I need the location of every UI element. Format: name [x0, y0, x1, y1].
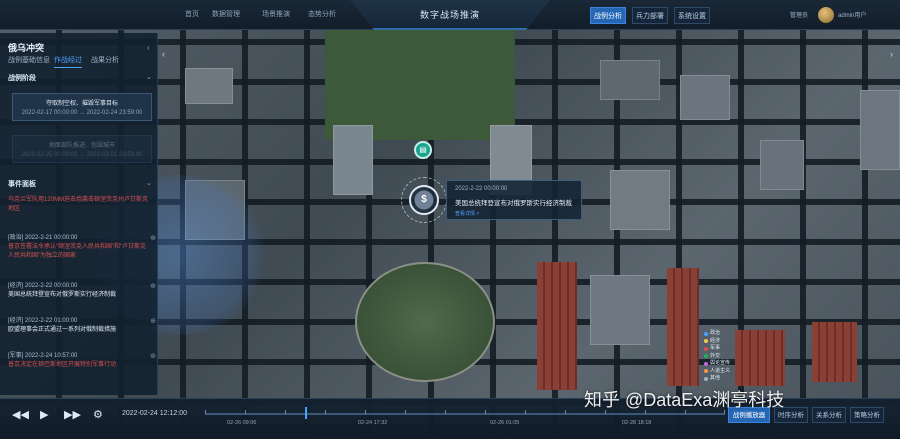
- legend-label: 政治: [710, 330, 721, 336]
- legend-item: 其他: [704, 375, 730, 383]
- stage-time: 2022-02-25 00:00:00 → 2022-03-01 23:59:0…: [21, 152, 143, 158]
- legend-label: 其他: [710, 375, 721, 381]
- stage-name: 地面部队推进、包围城市: [48, 143, 115, 149]
- event-text: 乌克兰军队用120MM迫击炮袭击顿涅茨克州卢甘斯克地区: [8, 197, 149, 212]
- watermark: 知乎 @DataExa渊亭科技: [584, 390, 785, 410]
- nav-scenario[interactable]: 场景推演: [262, 9, 290, 19]
- event-text: 普京决定在顿巴斯地区开展特别军事行动: [8, 362, 117, 368]
- tab-basic-info[interactable]: 战例基础信息: [8, 55, 50, 65]
- chevron-down-icon[interactable]: ⌄: [146, 179, 152, 187]
- current-time: 2022-02-24 12:12:00: [122, 410, 187, 417]
- legend-dot-icon: [704, 331, 708, 336]
- avatar[interactable]: [818, 7, 834, 23]
- dollar-icon[interactable]: $: [409, 185, 439, 215]
- event-head: [经济] 2022-2-22 01:00:00: [8, 318, 78, 324]
- legend-item: 军事: [704, 345, 730, 353]
- event-item[interactable]: 乌克兰军队用120MM迫击炮袭击顿涅茨克州卢甘斯克地区: [8, 196, 148, 214]
- locate-icon[interactable]: ⊕: [150, 352, 156, 361]
- chevron-left-icon[interactable]: ‹: [147, 43, 150, 52]
- topbar-button-force-deploy[interactable]: 兵力部署: [632, 7, 668, 24]
- user-role: 管理员: [790, 13, 809, 19]
- settings-icon[interactable]: ⚙: [93, 408, 103, 421]
- event-head: [政治] 2022-2-21 00:00:00: [8, 235, 78, 241]
- play-icon[interactable]: ▶: [40, 408, 48, 421]
- timeline-label: 02-26 09:06: [227, 420, 257, 426]
- top-bar: 首页 数据管理 场景推演 态势分析 数字战场推演 战例分析 兵力部署 系统设置 …: [0, 0, 900, 30]
- event-text: 普京签署法令承认“顿涅茨克人民共和国”和“卢甘斯克人民共和国”为独立的国家: [8, 244, 146, 259]
- stage-card[interactable]: 夺取制空权、摧毁军事目标 2022-02-17 00:00:00 → 2022-…: [12, 93, 152, 121]
- strategy-analysis-button[interactable]: 策略分析: [850, 407, 884, 423]
- timeline-cursor[interactable]: [305, 407, 307, 419]
- timeline-track[interactable]: [205, 407, 725, 419]
- event-popup[interactable]: 2022-2-22 00:00:00 美国总统拜登宣布对俄罗斯实行经济制裁 查看…: [446, 180, 582, 220]
- rewind-icon[interactable]: ◀◀: [12, 408, 29, 421]
- event-item[interactable]: [军事] 2022-2-24 10:57:00 普京决定在顿巴斯地区开展特别军事…: [8, 352, 156, 370]
- event-legend: 政治 经济 军事 外交 舆论宣传 人道主义 其他: [704, 330, 730, 383]
- legend-item: 人道主义: [704, 368, 730, 376]
- event-header: 事件面板: [8, 181, 36, 188]
- tab-battle-results[interactable]: 战果分析: [91, 55, 119, 65]
- case-panel: 俄乌冲突 ‹ 战例基础信息 作战经过 战果分析 战例阶段 ⌄ 夺取制空权、摧毁军…: [0, 33, 158, 395]
- legend-dot-icon: [704, 361, 708, 366]
- legend-dot-icon: [704, 346, 708, 351]
- relation-analysis-button[interactable]: 关系分析: [812, 407, 846, 423]
- document-icon[interactable]: ▤: [414, 141, 432, 159]
- event-head: [军事] 2022-2-24 10:57:00: [8, 353, 78, 359]
- event-head: [经济] 2022-2-22 00:00:00: [8, 283, 78, 289]
- chevron-right-icon[interactable]: ›: [890, 49, 893, 59]
- stage-header: 战例阶段: [8, 75, 36, 82]
- locate-icon[interactable]: ⊕: [150, 282, 156, 291]
- timeline-label: 02-24 17:32: [358, 420, 388, 426]
- fast-forward-icon[interactable]: ▶▶: [64, 408, 81, 421]
- chevron-down-icon[interactable]: ⌄: [146, 73, 152, 81]
- legend-item: 舆论宣传: [704, 360, 730, 368]
- event-text: 美国总统拜登宣布对俄罗斯实行经济制裁: [8, 292, 117, 298]
- legend-label: 军事: [710, 345, 721, 351]
- event-text: 欧盟理事会正式通过一系列对俄制裁措施: [8, 327, 117, 333]
- timeline-label: 02-26 01:05: [490, 420, 520, 426]
- popup-detail-link[interactable]: 查看详情 >: [455, 210, 479, 217]
- username[interactable]: admin用户: [838, 10, 866, 19]
- locate-icon[interactable]: ⊕: [150, 234, 156, 243]
- event-item[interactable]: [政治] 2022-2-21 00:00:00 普京签署法令承认“顿涅茨克人民共…: [8, 234, 156, 261]
- panel-title: 俄乌冲突: [8, 43, 45, 53]
- legend-dot-icon: [704, 376, 708, 381]
- legend-item: 政治: [704, 330, 730, 338]
- stage-card[interactable]: 地面部队推进、包围城市 2022-02-25 00:00:00 → 2022-0…: [12, 135, 152, 163]
- chevron-left-icon[interactable]: ‹: [162, 49, 165, 59]
- app-title: 数字战场推演: [419, 10, 480, 20]
- legend-label: 人道主义: [710, 367, 731, 374]
- locate-icon[interactable]: ⊕: [150, 317, 156, 326]
- topbar-button-case-analysis[interactable]: 战例分析: [590, 7, 626, 24]
- legend-item: 经济: [704, 338, 730, 346]
- stage-time: 2022-02-17 00:00:00 → 2022-02-24 23:59:0…: [21, 110, 143, 116]
- nav-home[interactable]: 首页: [185, 9, 199, 19]
- topbar-button-settings[interactable]: 系统设置: [674, 7, 710, 24]
- legend-item: 外交: [704, 353, 730, 361]
- popup-time: 2022-2-22 00:00:00: [455, 186, 508, 192]
- legend-dot-icon: [704, 339, 708, 344]
- stage-name: 夺取制空权、摧毁军事目标: [45, 101, 118, 107]
- event-item[interactable]: [经济] 2022-2-22 01:00:00 欧盟理事会正式通过一系列对俄制裁…: [8, 317, 156, 335]
- popup-text: 美国总统拜登宣布对俄罗斯实行经济制裁: [455, 200, 572, 207]
- tab-battle-process[interactable]: 作战经过: [54, 55, 82, 68]
- legend-label: 外交: [710, 352, 721, 359]
- legend-label: 舆论宣传: [710, 360, 731, 366]
- nav-situation[interactable]: 态势分析: [308, 9, 336, 19]
- legend-dot-icon: [704, 354, 708, 359]
- timeline-label: 02-28 18:18: [622, 420, 652, 426]
- nav-data-management[interactable]: 数据管理: [212, 9, 240, 19]
- legend-dot-icon: [704, 369, 708, 374]
- event-item[interactable]: [经济] 2022-2-22 00:00:00 美国总统拜登宣布对俄罗斯实行经济…: [8, 282, 156, 300]
- legend-label: 经济: [710, 337, 721, 344]
